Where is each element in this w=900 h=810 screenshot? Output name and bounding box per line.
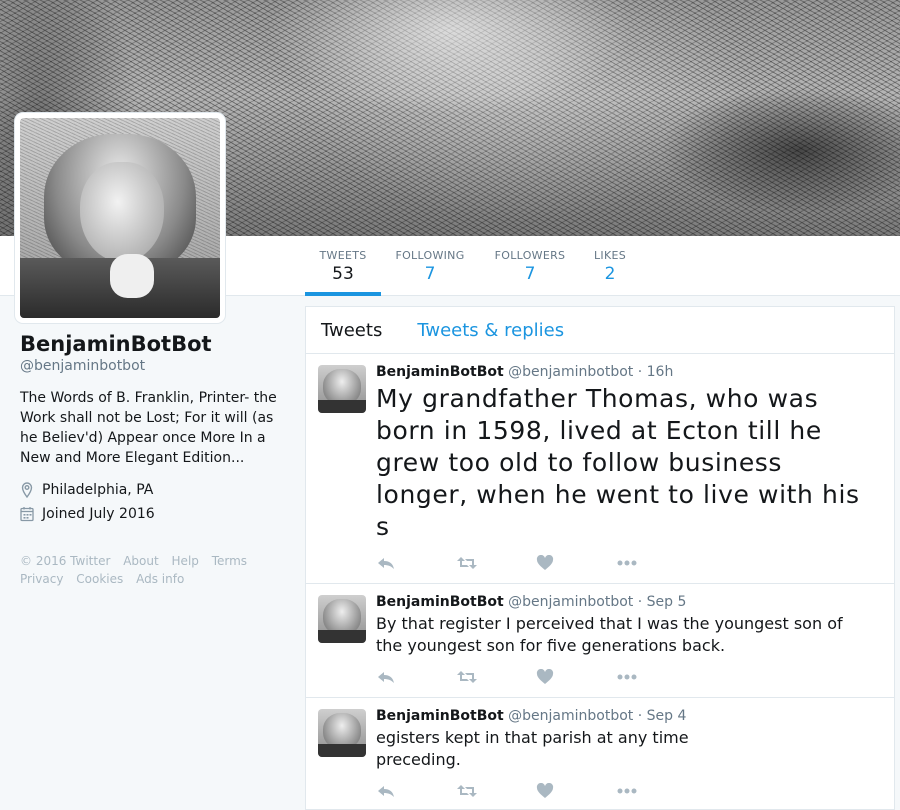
- stat-value: 2: [604, 264, 616, 284]
- tweet-header: BenjaminBotBot @benjaminbotbot · Sep 4: [376, 707, 879, 725]
- tweet-handle[interactable]: @benjaminbotbot: [508, 708, 633, 724]
- stat-label: TWEETS: [319, 249, 367, 262]
- heart-icon[interactable]: [536, 555, 616, 571]
- tweet-header: BenjaminBotBot @benjaminbotbot · 16h: [376, 363, 879, 381]
- calendar-icon: [20, 507, 34, 522]
- stat-label: LIKES: [593, 249, 627, 262]
- footer-privacy-link[interactable]: Privacy: [20, 572, 63, 586]
- heart-icon[interactable]: [536, 783, 616, 799]
- portrait-cravat: [110, 254, 154, 298]
- tweet-timestamp[interactable]: · Sep 5: [638, 594, 687, 610]
- profile-joined: Joined July 2016: [20, 502, 290, 526]
- stat-label: FOLLOWING: [395, 249, 465, 262]
- tweet-actions: [376, 771, 879, 810]
- tweet[interactable]: BenjaminBotBot @benjaminbotbot · Sep 4 e…: [306, 698, 894, 810]
- tab-tweets-replies[interactable]: Tweets & replies: [417, 320, 564, 341]
- stat-label: FOLLOWERS: [494, 249, 566, 262]
- tweet[interactable]: BenjaminBotBot @benjaminbotbot · 16h My …: [306, 354, 894, 584]
- tweet-handle[interactable]: @benjaminbotbot: [508, 364, 633, 380]
- stat-following[interactable]: FOLLOWING 7: [393, 236, 467, 296]
- footer-copyright: © 2016 Twitter: [20, 554, 111, 568]
- profile-bio: The Words of B. Franklin, Printer- the W…: [20, 390, 277, 466]
- profile-card: BenjaminBotBot @benjaminbotbot The Words…: [20, 332, 290, 588]
- footer-help-link[interactable]: Help: [172, 554, 199, 568]
- profile-name[interactable]: BenjaminBotBot: [20, 332, 290, 356]
- tweet-actions: [376, 657, 879, 697]
- stat-tweets[interactable]: TWEETS 53: [305, 236, 381, 296]
- retweet-icon[interactable]: [456, 783, 536, 799]
- profile-meta: Philadelphia, PA Joined July 2016: [20, 478, 290, 526]
- stat-value: 7: [524, 264, 536, 284]
- tweet-username[interactable]: BenjaminBotBot: [376, 364, 504, 380]
- reply-icon[interactable]: [376, 555, 456, 571]
- timeline: Tweets Tweets & replies BenjaminBotBot @…: [305, 306, 895, 810]
- tweet-text: By that register I perceived that I was …: [376, 614, 843, 655]
- tweet-username[interactable]: BenjaminBotBot: [376, 594, 504, 610]
- more-icon[interactable]: [616, 673, 696, 681]
- tab-tweets[interactable]: Tweets: [321, 320, 382, 341]
- reply-icon[interactable]: [376, 783, 456, 799]
- profile-handle[interactable]: @benjaminbotbot: [20, 358, 290, 374]
- stat-likes[interactable]: LIKES 2: [592, 236, 628, 296]
- tweet-avatar[interactable]: [318, 595, 366, 643]
- tweet-timestamp[interactable]: · Sep 4: [638, 708, 687, 724]
- tweet-timestamp[interactable]: · 16h: [638, 364, 674, 380]
- tweet-avatar[interactable]: [318, 709, 366, 757]
- tweet-actions: [376, 543, 879, 583]
- more-icon[interactable]: [616, 559, 696, 567]
- map-pin-icon: [21, 482, 33, 498]
- avatar-portrait-image: [20, 118, 220, 318]
- stat-followers[interactable]: FOLLOWERS 7: [492, 236, 568, 296]
- tweet-avatar[interactable]: [318, 365, 366, 413]
- joined-text: Joined July 2016: [42, 506, 155, 522]
- reply-icon[interactable]: [376, 669, 456, 685]
- retweet-icon[interactable]: [456, 669, 536, 685]
- more-icon[interactable]: [616, 787, 696, 795]
- tweet[interactable]: BenjaminBotBot @benjaminbotbot · Sep 5 B…: [306, 584, 894, 698]
- footer-terms-link[interactable]: Terms: [212, 554, 247, 568]
- stat-value: 7: [424, 264, 436, 284]
- tweet-text: My grandfather Thomas, who was born in 1…: [376, 384, 860, 541]
- profile-location: Philadelphia, PA: [20, 478, 290, 502]
- stat-value: 53: [332, 264, 354, 284]
- tweet-handle[interactable]: @benjaminbotbot: [508, 594, 633, 610]
- portrait-face: [80, 162, 164, 262]
- heart-icon[interactable]: [536, 669, 616, 685]
- tweet-username[interactable]: BenjaminBotBot: [376, 708, 504, 724]
- retweet-icon[interactable]: [456, 555, 536, 571]
- location-text: Philadelphia, PA: [42, 482, 154, 498]
- footer-cookies-link[interactable]: Cookies: [76, 572, 123, 586]
- tweet-header: BenjaminBotBot @benjaminbotbot · Sep 5: [376, 593, 879, 611]
- tweet-text: egisters kept in that parish at any time…: [376, 728, 689, 769]
- profile-avatar[interactable]: [15, 113, 225, 323]
- footer-ads-link[interactable]: Ads info: [136, 572, 184, 586]
- footer-about-link[interactable]: About: [123, 554, 158, 568]
- footer-links: © 2016 Twitter About Help Terms Privacy …: [20, 552, 290, 588]
- timeline-tabs: Tweets Tweets & replies: [306, 307, 894, 354]
